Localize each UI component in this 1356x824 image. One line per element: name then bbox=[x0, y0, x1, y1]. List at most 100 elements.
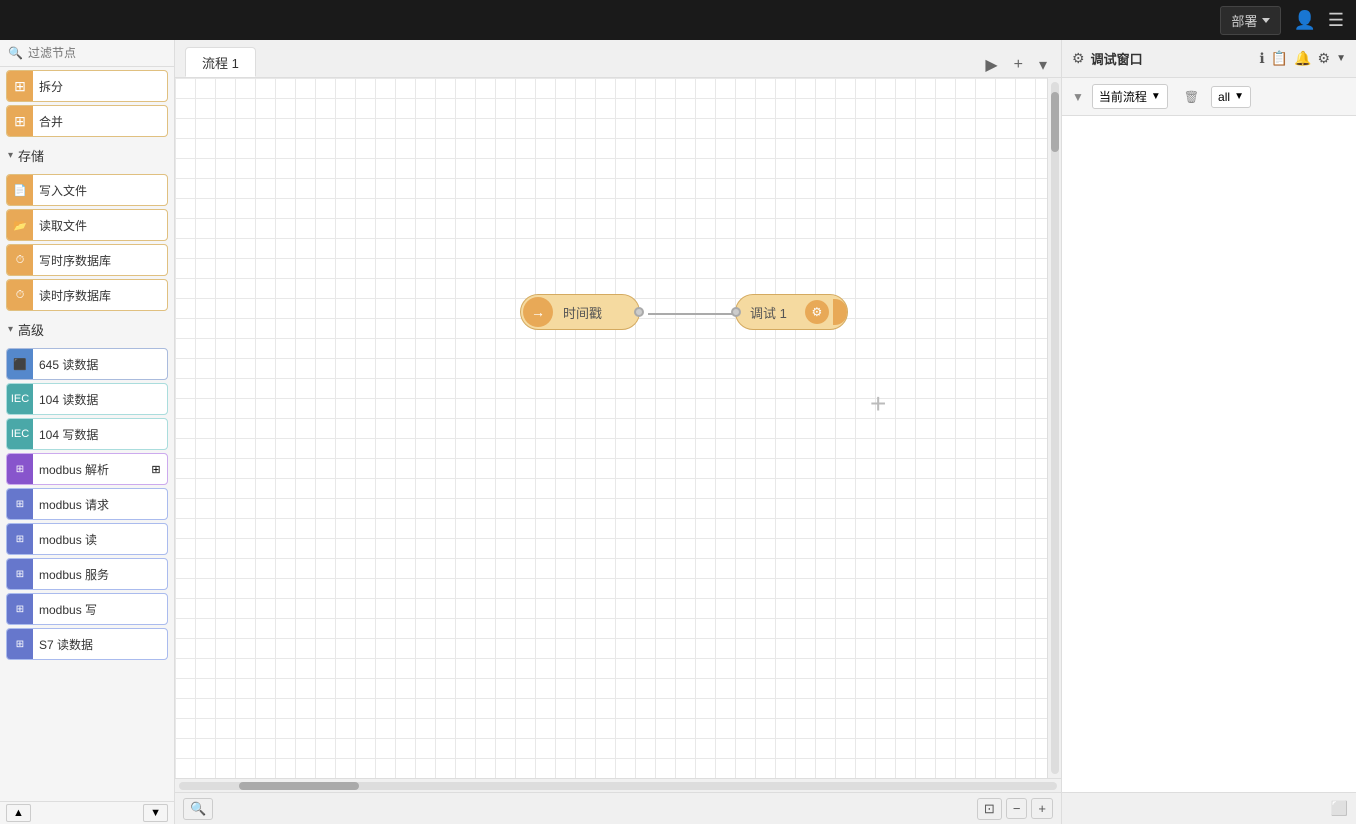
all-label: all bbox=[1218, 90, 1230, 104]
filter-input[interactable] bbox=[28, 46, 166, 60]
merge-label: 合并 bbox=[33, 113, 145, 130]
current-flow-label: 当前流程 bbox=[1099, 88, 1147, 105]
timestamp-icon: → bbox=[523, 297, 553, 327]
s7-read-node[interactable]: ⊞ S7 读数据 bbox=[6, 628, 168, 660]
zoom-controls: ⊡ − + bbox=[977, 798, 1053, 820]
modbus-server-right bbox=[145, 559, 167, 589]
section-storage-label: 存储 bbox=[18, 146, 44, 165]
filter-clear-label: 🗑 bbox=[1184, 90, 1199, 104]
topbar: 部署 👤 ☰ bbox=[0, 0, 1356, 40]
modbus-request-right bbox=[145, 489, 167, 519]
sidebar-scroll-area: ⊞ 拆分 ⊞ 合并 ▾ 存储 📄 写入文件 📂 读取文件 bbox=[0, 67, 174, 801]
modbus-write-label: modbus 写 bbox=[33, 601, 145, 618]
debug-right-cap bbox=[833, 299, 847, 325]
tab-flow1[interactable]: 流程 1 bbox=[185, 47, 256, 77]
right-panel-title: 调试窗口 bbox=[1091, 49, 1254, 68]
right-panel-title-icon: ⚙ bbox=[1072, 50, 1085, 67]
search-icon: 🔍 bbox=[8, 46, 23, 60]
timestamp-node-inner: → 时间戳 bbox=[521, 295, 616, 329]
deploy-button[interactable]: 部署 bbox=[1220, 6, 1281, 35]
modbus-write-node[interactable]: ⊞ modbus 写 bbox=[6, 593, 168, 625]
right-panel-content bbox=[1062, 116, 1356, 792]
search-bottom-button[interactable]: 🔍 bbox=[183, 798, 213, 820]
section-storage-chevron: ▾ bbox=[8, 150, 13, 161]
modbus-write-icon: ⊞ bbox=[7, 594, 33, 624]
104-read-icon: IEC bbox=[7, 384, 33, 414]
more-button[interactable]: ▾ bbox=[1035, 53, 1051, 77]
scroll-down-button[interactable]: ▼ bbox=[143, 804, 168, 822]
current-flow-select[interactable]: 当前流程 ▼ bbox=[1092, 84, 1168, 109]
write-file-node[interactable]: 📄 写入文件 bbox=[6, 174, 168, 206]
modbus-server-node[interactable]: ⊞ modbus 服务 bbox=[6, 558, 168, 590]
s7-read-label: S7 读数据 bbox=[33, 636, 145, 653]
645-read-label: 645 读数据 bbox=[33, 356, 145, 373]
modbus-server-icon: ⊞ bbox=[7, 559, 33, 589]
copy-icon[interactable]: 📋 bbox=[1271, 50, 1288, 67]
merge-icon: ⊞ bbox=[7, 106, 33, 136]
debug-node[interactable]: 调试 1 ⚙ bbox=[735, 294, 848, 330]
modbus-read-node[interactable]: ⊞ modbus 读 bbox=[6, 523, 168, 555]
canvas-wrapper: → 时间戳 调试 1 ⚙ + bbox=[175, 78, 1061, 778]
modbus-request-icon: ⊞ bbox=[7, 489, 33, 519]
104-write-label: 104 写数据 bbox=[33, 426, 145, 443]
vscroll-thumb[interactable] bbox=[1051, 92, 1059, 152]
canvas-vscroll[interactable] bbox=[1047, 78, 1061, 778]
user-icon[interactable]: 👤 bbox=[1293, 10, 1315, 31]
canvas[interactable]: → 时间戳 调试 1 ⚙ + bbox=[175, 78, 1061, 778]
modbus-request-label: modbus 请求 bbox=[33, 496, 145, 513]
gear-icon[interactable]: ⚙ bbox=[1318, 50, 1331, 67]
canvas-hscroll[interactable] bbox=[175, 778, 1061, 792]
hscroll-track bbox=[179, 782, 1057, 790]
debug-icon: ⚙ bbox=[805, 300, 829, 324]
modbus-request-node[interactable]: ⊞ modbus 请求 bbox=[6, 488, 168, 520]
modbus-read-label: modbus 读 bbox=[33, 531, 145, 548]
add-node-plus[interactable]: + bbox=[870, 388, 886, 420]
debug-label: 调试 1 bbox=[736, 303, 801, 322]
104-write-node[interactable]: IEC 104 写数据 bbox=[6, 418, 168, 450]
play-button[interactable]: ▶ bbox=[981, 53, 1001, 77]
read-tsdb-node[interactable]: ⏱ 读时序数据库 bbox=[6, 279, 168, 311]
timestamp-label: 时间戳 bbox=[555, 303, 616, 322]
hscroll-thumb[interactable] bbox=[239, 782, 359, 790]
645-read-icon: ⬛ bbox=[7, 349, 33, 379]
sidebar-filter-area: 🔍 bbox=[0, 40, 174, 67]
filter-dropdown-icon: ▼ bbox=[1151, 91, 1161, 102]
merge-node[interactable]: ⊞ 合并 bbox=[6, 105, 168, 137]
modbus-parse-icon: ⊞ bbox=[7, 454, 33, 484]
read-tsdb-label: 读时序数据库 bbox=[33, 287, 145, 304]
scroll-up-button[interactable]: ▲ bbox=[6, 804, 31, 822]
zoom-in-button[interactable]: + bbox=[1031, 798, 1053, 819]
write-tsdb-node[interactable]: ⏱ 写时序数据库 bbox=[6, 244, 168, 276]
menu-icon[interactable]: ☰ bbox=[1328, 10, 1344, 31]
104-read-label: 104 读数据 bbox=[33, 391, 145, 408]
panel-bottom-button[interactable]: ⬜ bbox=[1331, 800, 1348, 817]
modbus-read-right bbox=[145, 524, 167, 554]
tab-bar: 流程 1 ▶ + ▾ bbox=[175, 40, 1061, 78]
s7-read-icon: ⊞ bbox=[7, 629, 33, 659]
modbus-parse-node[interactable]: ⊞ modbus 解析 ⊞ bbox=[6, 453, 168, 485]
timestamp-node[interactable]: → 时间戳 bbox=[520, 294, 640, 330]
zoom-out-button[interactable]: − bbox=[1006, 798, 1028, 819]
read-file-node[interactable]: 📂 读取文件 bbox=[6, 209, 168, 241]
read-file-right bbox=[145, 210, 167, 240]
104-read-node[interactable]: IEC 104 读数据 bbox=[6, 383, 168, 415]
right-panel-toolbar: ▼ 当前流程 ▼ 🗑 all ▼ bbox=[1062, 78, 1356, 116]
s7-read-right bbox=[145, 629, 167, 659]
info-icon[interactable]: ℹ bbox=[1259, 50, 1264, 67]
right-panel-header: ⚙ 调试窗口 ℹ 📋 🔔 ⚙ ▼ bbox=[1062, 40, 1356, 78]
all-select[interactable]: all ▼ bbox=[1211, 86, 1251, 108]
vscroll-track bbox=[1051, 82, 1059, 774]
split-label: 拆分 bbox=[33, 78, 145, 95]
timestamp-right-port bbox=[634, 307, 644, 317]
center-area: 流程 1 ▶ + ▾ → 时间戳 bbox=[175, 40, 1061, 824]
fit-view-button[interactable]: ⊡ bbox=[977, 798, 1002, 820]
645-read-node[interactable]: ⬛ 645 读数据 bbox=[6, 348, 168, 380]
write-file-icon: 📄 bbox=[7, 175, 33, 205]
split-node[interactable]: ⊞ 拆分 bbox=[6, 70, 168, 102]
section-advanced-header[interactable]: ▾ 高级 bbox=[0, 314, 174, 345]
right-panel-bottom: ⬜ bbox=[1062, 792, 1356, 824]
section-storage-header[interactable]: ▾ 存储 bbox=[0, 140, 174, 171]
panel-expand-icon[interactable]: ▼ bbox=[1336, 53, 1346, 64]
add-tab-button[interactable]: + bbox=[1010, 54, 1027, 76]
bell-icon[interactable]: 🔔 bbox=[1294, 50, 1311, 67]
